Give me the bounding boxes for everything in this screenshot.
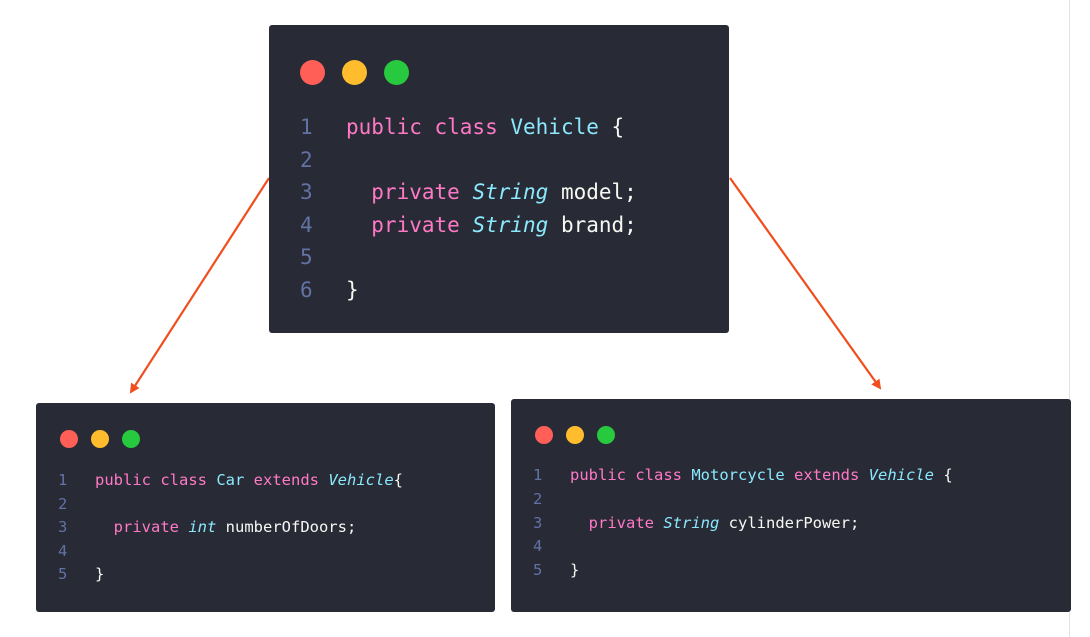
close-dot-icon: [60, 430, 78, 448]
code-window-car: 1 public class Car extends Vehicle{2 3 pr…: [36, 403, 495, 612]
code-token-id: brand;: [548, 212, 637, 237]
window-controls: [60, 430, 153, 448]
code-token-kw: extends: [244, 471, 329, 489]
code-token-id: {: [933, 466, 953, 484]
code-token-id: }: [95, 565, 105, 583]
code-line: 2: [58, 493, 403, 517]
code-line: 3 private String cylinderPower;: [533, 512, 953, 536]
code-token-typ: String: [663, 513, 720, 532]
line-number: 1: [533, 466, 543, 484]
code-line: 5}: [58, 563, 403, 587]
code-line: 4: [533, 535, 953, 559]
window-controls: [535, 426, 628, 444]
code-line: 5: [300, 241, 637, 274]
code-token-id: numberOfDoors;: [216, 518, 357, 536]
line-number: 2: [300, 147, 313, 172]
code-line: 6}: [300, 274, 637, 307]
code-token-kw: private: [346, 180, 473, 204]
code-token-kw: public class: [95, 471, 217, 489]
line-number: 2: [533, 489, 543, 508]
code-token-kw: public class: [346, 115, 511, 139]
code-token-id: {: [393, 471, 403, 489]
code-token-cls: Motorcycle: [691, 466, 785, 484]
code-token-kw: private: [570, 513, 664, 532]
code-token-cls: Vehicle: [510, 115, 599, 139]
line-number: 5: [58, 565, 68, 583]
code-token-cls: Car: [216, 471, 245, 489]
code-token-typ: Vehicle: [328, 471, 394, 489]
code-token-typ: int: [188, 518, 217, 536]
minimize-dot-icon: [342, 60, 367, 85]
minimize-dot-icon: [566, 426, 584, 444]
line-number: 3: [58, 518, 68, 536]
line-number: 6: [300, 277, 313, 302]
arrow-vehicle-to-car: [129, 177, 270, 394]
code-line: 1 public class Motorcycle extends Vehicle…: [533, 464, 953, 488]
code-block: 1 public class Vehicle {2 3 private Strin…: [300, 111, 637, 306]
minimize-dot-icon: [91, 430, 109, 448]
code-line: 3 private int numberOfDoors;: [58, 516, 403, 540]
code-token-id: cylinderPower;: [719, 513, 860, 532]
code-window-vehicle: 1 public class Vehicle {2 3 private Strin…: [269, 25, 729, 333]
code-line: 4: [58, 540, 403, 564]
line-number: 4: [300, 212, 313, 237]
code-token-id: model;: [548, 180, 637, 204]
close-dot-icon: [300, 60, 325, 85]
line-number: 3: [533, 513, 543, 532]
line-number: 3: [300, 180, 313, 204]
code-line: 4 private String brand;: [300, 209, 637, 242]
line-number: 4: [533, 537, 543, 556]
line-number: 2: [58, 494, 68, 513]
line-number: 1: [300, 115, 313, 139]
line-number: 5: [533, 561, 543, 580]
code-line: 1 public class Car extends Vehicle{: [58, 469, 403, 493]
code-token-id: }: [346, 277, 359, 302]
code-line: 3 private String model;: [300, 176, 637, 209]
line-number: 1: [58, 471, 68, 489]
code-token-typ: Vehicle: [868, 466, 934, 484]
line-number: 4: [58, 541, 68, 560]
code-token-kw: extends: [784, 466, 869, 484]
code-line: 1 public class Vehicle {: [300, 111, 637, 144]
close-dot-icon: [535, 426, 553, 444]
arrow-vehicle-to-motorcycle: [729, 177, 882, 390]
code-block: 1 public class Motorcycle extends Vehicle…: [533, 464, 953, 583]
maximize-dot-icon: [122, 430, 140, 448]
code-token-id: }: [570, 561, 580, 580]
code-token-typ: String: [472, 180, 549, 204]
code-window-motorcycle: 1 public class Motorcycle extends Vehicle…: [511, 399, 1071, 612]
code-block: 1 public class Car extends Vehicle{2 3 pr…: [58, 469, 403, 587]
maximize-dot-icon: [597, 426, 615, 444]
code-token-kw: private: [346, 212, 473, 237]
code-token-typ: String: [472, 212, 549, 237]
maximize-dot-icon: [384, 60, 409, 85]
code-token-kw: public class: [570, 466, 692, 484]
code-line: 2: [533, 488, 953, 512]
code-token-kw: private: [95, 518, 189, 536]
code-line: 5}: [533, 559, 953, 583]
code-line: 2: [300, 144, 637, 177]
code-token-id: {: [598, 115, 625, 139]
window-controls: [300, 60, 426, 85]
line-number: 5: [300, 245, 313, 269]
